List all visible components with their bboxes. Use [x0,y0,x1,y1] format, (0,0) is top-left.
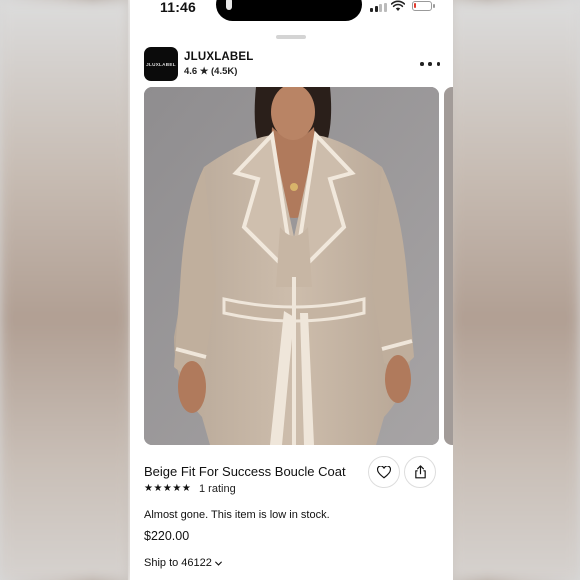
background-blur-right [450,0,580,580]
sheet-grabber[interactable] [276,35,306,39]
battery-tip [433,4,435,8]
heart-icon [377,465,391,478]
star-rating[interactable]: ★★★★★ [144,483,191,494]
status-time: 11:46 [160,0,197,15]
low-stock-note: Almost gone. This item is low in stock. [144,509,330,521]
cut-off-text-row [144,575,244,580]
signal-icon [370,3,387,12]
brand-logo[interactable]: JLUXLABEL [144,47,178,81]
battery-level-fill [414,3,416,8]
more-dot-icon [428,62,432,66]
share-icon [414,465,426,479]
more-dot-icon [420,62,424,66]
more-options-button[interactable] [420,56,440,72]
brand-row[interactable]: JLUXLABEL JLUXLABEL 4.6 ★ (4.5K) [144,47,440,81]
island-indicator-icon [226,0,232,10]
battery-icon [412,1,432,11]
ship-to-label: Ship to 46122 [144,557,212,569]
next-product-image-peek[interactable] [444,87,453,445]
ship-to-selector[interactable]: Ship to 46122 [144,557,222,569]
favorite-button[interactable] [368,456,400,488]
background-blur-left [0,0,130,580]
wifi-icon [391,0,405,11]
brand-rating: 4.6 ★ (4.5K) [184,66,238,77]
share-button[interactable] [404,456,436,488]
product-title: Beige Fit For Success Boucle Coat [144,464,346,479]
rating-count[interactable]: 1 rating [199,483,236,495]
product-price: $220.00 [144,529,190,543]
dynamic-island [216,0,362,21]
chevron-down-icon [215,561,222,566]
more-dot-icon [436,62,440,66]
status-bar: 11:46 [130,0,453,24]
product-image[interactable] [144,87,439,445]
phone-screen: 11:46 JLUXLABEL JLUXLABEL 4.6 ★ (4.5K) B… [130,0,453,580]
coat-photo [144,87,439,445]
brand-name[interactable]: JLUXLABEL [184,51,254,63]
brand-logo-text: JLUXLABEL [146,61,176,67]
